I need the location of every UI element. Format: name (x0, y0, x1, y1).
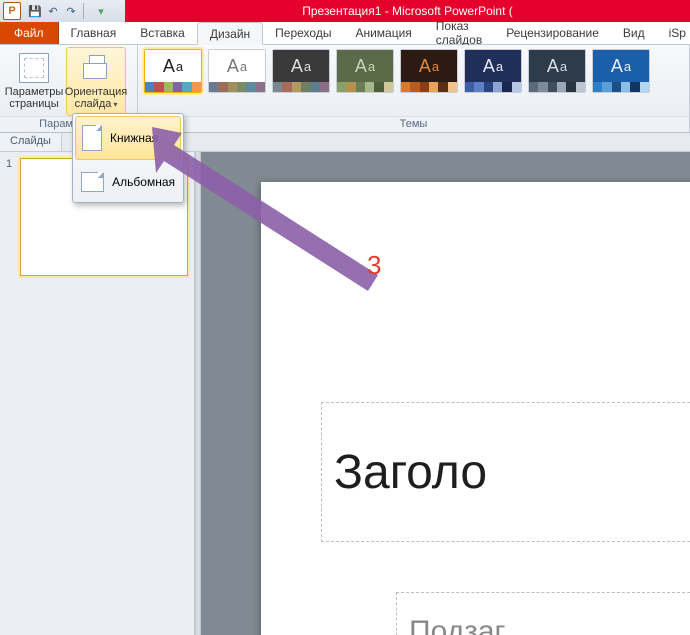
title-bar: P 💾 ↶ ↷ ▾ Презентация1 - Microsoft Power… (0, 0, 690, 22)
theme-thumbnail[interactable]: Aa (528, 49, 586, 93)
tab-review[interactable]: Рецензирование (494, 22, 611, 44)
quick-access-toolbar: 💾 ↶ ↷ ▾ (27, 3, 109, 19)
orientation-landscape[interactable]: Альбомная (73, 162, 183, 202)
theme-thumbnail[interactable]: Aa (464, 49, 522, 93)
title-text-area: Презентация1 - Microsoft PowerPoint ( (125, 0, 690, 22)
theme-color-row (273, 82, 329, 92)
page-setup-icon (18, 52, 50, 84)
theme-thumbnail[interactable]: Aa (144, 49, 202, 93)
ribbon-tabs: Файл Главная Вставка Дизайн Переходы Ани… (0, 22, 690, 45)
group-themes: AaAaAaAaAaAaAaAa Темы (138, 45, 690, 132)
theme-color-row (465, 82, 521, 92)
qat-undo-icon[interactable]: ↶ (45, 3, 61, 19)
qat-separator (83, 3, 89, 19)
theme-color-row (593, 82, 649, 92)
tab-insert[interactable]: Вставка (128, 22, 197, 44)
theme-preview: Aa (337, 50, 393, 82)
theme-preview: Aa (209, 50, 265, 82)
theme-color-row (209, 82, 265, 92)
slide-thumbnails-panel: 1 (0, 152, 195, 635)
qat-save-icon[interactable]: 💾 (27, 3, 43, 19)
theme-preview: Aa (529, 50, 585, 82)
tab-ispring[interactable]: iSp (657, 22, 690, 44)
landscape-icon (81, 172, 104, 192)
theme-thumbnail[interactable]: Aa (336, 49, 394, 93)
qat-redo-icon[interactable]: ↷ (63, 3, 79, 19)
theme-preview: Aa (145, 50, 201, 82)
tab-home[interactable]: Главная (59, 22, 129, 44)
theme-color-row (401, 82, 457, 92)
qat-dropdown-icon[interactable]: ▾ (93, 3, 109, 19)
theme-preview: Aa (401, 50, 457, 82)
workspace: 1 Заголо Подзаг (0, 152, 690, 635)
theme-color-row (529, 82, 585, 92)
portrait-icon (82, 125, 102, 151)
tab-transitions[interactable]: Переходы (263, 22, 343, 44)
subtitle-placeholder[interactable]: Подзаг (396, 592, 690, 635)
tab-view[interactable]: Вид (611, 22, 657, 44)
title-placeholder[interactable]: Заголо (321, 402, 690, 542)
slide-canvas-area: Заголо Подзаг (201, 152, 690, 635)
orientation-menu: Книжная Альбомная (72, 113, 184, 203)
tab-slideshow[interactable]: Показ слайдов (424, 22, 494, 44)
theme-thumbnail[interactable]: Aa (592, 49, 650, 93)
tab-file[interactable]: Файл (0, 22, 59, 44)
theme-preview: Aa (593, 50, 649, 82)
slide[interactable]: Заголо Подзаг (261, 182, 690, 635)
page-setup-label: Параметры страницы (5, 86, 64, 110)
page-setup-button[interactable]: Параметры страницы (4, 47, 64, 115)
slide-orientation-label: Ориентация слайда (65, 86, 127, 111)
orientation-portrait-label: Книжная (110, 131, 158, 145)
app-icon: P (3, 2, 21, 20)
theme-color-row (145, 82, 201, 92)
orientation-landscape-label: Альбомная (112, 175, 175, 189)
theme-thumbnail[interactable]: Aa (208, 49, 266, 93)
tab-design[interactable]: Дизайн (197, 22, 263, 45)
theme-preview: Aa (465, 50, 521, 82)
window-title: Презентация1 - Microsoft PowerPoint ( (302, 4, 513, 18)
slide-orientation-button[interactable]: Ориентация слайда (66, 47, 126, 116)
group-themes-label: Темы (138, 116, 689, 132)
annotation-number: 3 (367, 250, 381, 281)
theme-thumbnail[interactable]: Aa (272, 49, 330, 93)
slide-orientation-icon (80, 52, 112, 84)
theme-color-row (337, 82, 393, 92)
orientation-portrait[interactable]: Книжная (75, 116, 181, 160)
theme-thumbnail[interactable]: Aa (400, 49, 458, 93)
tab-animation[interactable]: Анимация (343, 22, 423, 44)
panel-slides-tab[interactable]: Слайды (0, 133, 62, 151)
theme-preview: Aa (273, 50, 329, 82)
thumbnail-number: 1 (6, 158, 16, 276)
